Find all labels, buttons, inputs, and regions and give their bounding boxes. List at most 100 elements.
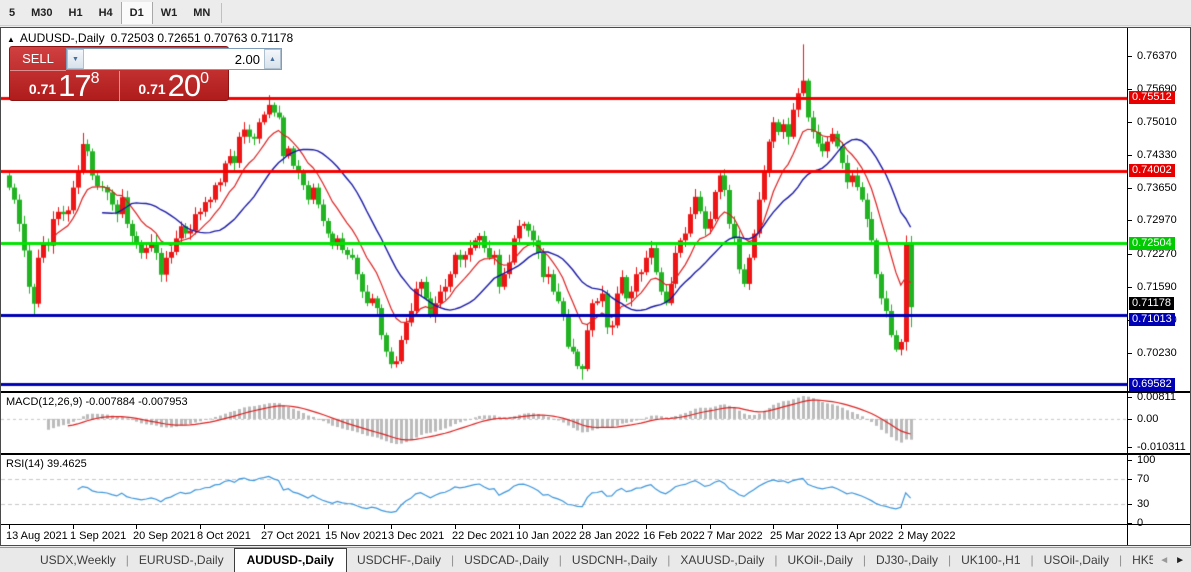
timeframe-buttons: 5 M30 H1 H4 D1 W1 MN [0,0,225,25]
price-level-badge: 0.75512 [1129,91,1175,104]
rsi-axis-label: 30 [1137,498,1150,510]
chart-tab-usdcnhdaily[interactable]: USDCNH-,Daily [562,549,667,571]
price-level-badge: 0.71013 [1129,313,1175,326]
date-axis-tick [264,525,265,529]
date-axis-tick [837,525,838,529]
volume-input[interactable] [84,49,264,69]
macd-axis-label: -0.010311 [1137,441,1186,453]
pane-divider [1,524,1190,525]
price-axis-label: 0.71590 [1137,281,1177,293]
collapse-chart-icon[interactable]: ▲ [7,35,15,44]
timeframe-button-w1[interactable]: W1 [153,3,186,23]
timeframe-button-mn[interactable]: MN [185,3,218,23]
axis-tick [1128,447,1132,448]
chart-tab-uk100h1[interactable]: UK100-,H1 [951,549,1030,571]
axis-tick [1128,504,1132,505]
chart-tab-audusddaily[interactable]: AUDUSD-,Daily [233,548,347,572]
date-axis-label: 7 Mar 2022 [707,530,763,542]
chart-tab-usdcaddaily[interactable]: USDCAD-,Daily [454,549,559,571]
timeframe-button-h4[interactable]: H4 [91,3,121,23]
mt4-app: 5 M30 H1 H4 D1 W1 MN ▲ AUDUSD-,Daily 0.72503 0.7… [0,0,1191,572]
down-arrow-icon: ▼ [72,55,79,63]
volume-increase-button[interactable]: ▲ [264,49,281,69]
tab-scroll-right-icon[interactable]: ► [1175,555,1185,566]
date-axis-label: 2 May 2022 [898,530,956,542]
buy-price-sup: 0 [200,70,210,87]
buy-price-display[interactable]: 0.71 20 0 [118,68,229,104]
date-axis-tick [519,525,520,529]
date-axis-label: 8 Oct 2021 [197,530,251,542]
timeframe-button-5[interactable]: 5 [1,3,23,23]
axis-tick [1128,419,1132,420]
chart-title-ohlc: 0.72503 0.72651 0.70763 0.71178 [110,31,294,45]
pane-divider[interactable] [1,453,1190,455]
date-axis-label: 22 Dec 2021 [452,530,515,542]
date-axis-label: 27 Oct 2021 [261,530,321,542]
date-axis-label: 1 Sep 2021 [70,530,127,542]
price-axis-label: 0.73650 [1137,182,1177,194]
price-level-badge: 0.69582 [1129,378,1175,391]
date-axis-label: 20 Sep 2021 [133,530,196,542]
price-axis-label: 0.70230 [1137,347,1177,359]
axis-tick [1128,353,1132,354]
price-level-badge: 0.74002 [1129,164,1175,177]
macd-axis-label: 0.00 [1137,413,1159,425]
date-axis-tick [455,525,456,529]
date-axis-tick [73,525,74,529]
pane-divider[interactable] [1,391,1190,393]
buy-price-prefix: 0.71 [138,81,166,97]
chart-tab-hk50[interactable]: HK50-, [1122,549,1153,571]
chart-tab-usoildaily[interactable]: USOil-,Daily [1034,549,1119,571]
axis-tick [1128,460,1132,461]
date-axis-tick [200,525,201,529]
sell-price-display[interactable]: 0.71 17 8 [10,68,119,104]
volume-decrease-button[interactable]: ▼ [67,49,84,69]
macd-indicator-label: MACD(12,26,9) -0.007884 -0.007953 [6,396,188,408]
axis-tick [1128,56,1132,57]
axis-tick [1128,220,1132,221]
date-axis-label: 16 Feb 2022 [643,530,705,542]
sell-price-big: 17 [58,68,91,104]
axis-tick [1128,254,1132,255]
price-axis-label: 0.74330 [1137,149,1177,161]
timeframe-toolbar: 5 M30 H1 H4 D1 W1 MN [0,0,1191,26]
date-axis-tick [710,525,711,529]
tab-scroll-buttons: ◄ ► [1153,555,1191,566]
chart-tab-xauusddaily[interactable]: XAUUSD-,Daily [670,549,774,571]
buy-price-big: 20 [167,68,201,104]
sell-price-prefix: 0.71 [28,81,57,97]
chart-tab-usdchfdaily[interactable]: USDCHF-,Daily [347,549,451,571]
timeframe-button-m30[interactable]: M30 [23,3,60,23]
chart-tab-eurusddaily[interactable]: EURUSD-,Daily [129,549,234,571]
date-axis-label: 28 Jan 2022 [579,530,640,542]
sell-price-sup: 8 [90,70,100,87]
price-axis: 0.76370 0.75690 0.75010 0.74330 0.73650 0.729… [1127,28,1190,545]
rsi-indicator-label: RSI(14) 39.4625 [6,458,87,470]
price-level-badge: 0.72504 [1129,237,1175,250]
timeframe-button-h1[interactable]: H1 [61,3,91,23]
toolbar-separator [221,2,223,23]
chart-tab-ukoildaily[interactable]: UKOil-,Daily [778,549,863,571]
rsi-axis-label: 0 [1137,517,1144,529]
chart-tab-usdxweekly[interactable]: USDX,Weekly [30,549,126,571]
price-level-badge: 0.71178 [1129,297,1174,310]
rsi-axis-label: 70 [1137,473,1150,485]
one-click-trading-panel: SELL ▼ ▲ BUY 0.71178 0.71200 [9,46,338,104]
volume-spinner: ▼ ▲ [66,48,282,70]
buy-button[interactable]: BUY [282,47,338,71]
tab-scroll-left-icon[interactable]: ◄ [1159,555,1169,566]
chart-tab-bar: USDX,Weekly | EURUSD-,Daily AUDUSD-,Daily US… [0,547,1191,572]
date-axis-label: 10 Jan 2022 [516,530,577,542]
chart-tab-dj30daily[interactable]: DJ30-,Daily [866,549,948,571]
chart-tabs: USDX,Weekly | EURUSD-,Daily AUDUSD-,Daily US… [30,548,1153,572]
up-arrow-icon: ▲ [269,55,276,63]
date-axis-label: 25 Mar 2022 [770,530,832,542]
date-axis-tick [646,525,647,529]
date-axis: 13 Aug 2021 1 Sep 2021 20 Sep 2021 8 Oct 20… [1,525,1127,545]
date-axis-tick [582,525,583,529]
rsi-pane-canvas[interactable] [1,456,1127,524]
timeframe-button-d1[interactable]: D1 [120,1,153,24]
axis-tick [1128,89,1132,90]
date-axis-label: 13 Aug 2021 [6,530,68,542]
date-axis-label: 3 Dec 2021 [388,530,445,542]
